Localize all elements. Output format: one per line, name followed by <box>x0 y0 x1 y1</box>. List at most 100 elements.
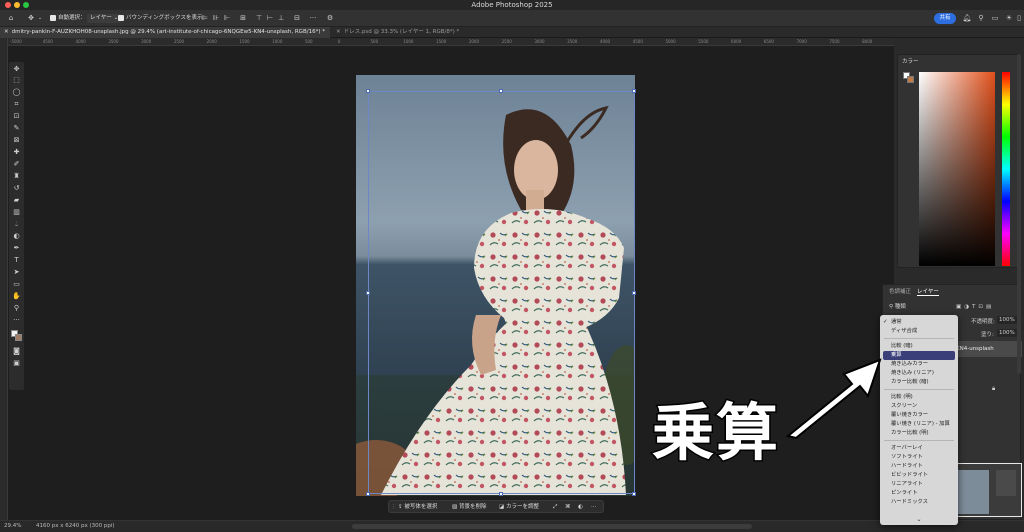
show-bounding-box-checkbox[interactable]: バウンディングボックスを表示 <box>118 14 202 23</box>
adjust-icon[interactable]: ◐ <box>578 501 583 514</box>
blend-mode-item[interactable]: ビビッドライト <box>880 471 958 480</box>
align-left-icon[interactable]: ⊫ <box>200 13 210 23</box>
blend-mode-item[interactable]: 乗算 <box>883 351 955 360</box>
blend-mode-item[interactable]: 焼き込み (リニア) <box>880 369 958 378</box>
align-middle-icon[interactable]: ⊢ <box>265 13 275 23</box>
auto-select-checkbox[interactable]: 自動選択： <box>50 14 86 23</box>
transform-icon[interactable]: ⤢ <box>553 501 557 514</box>
blend-mode-item[interactable]: ハードミックス <box>880 498 958 507</box>
tab-document[interactable]: ✕ ドレス.psd @ 33.3% (レイヤー 1, RGB/8*) * <box>332 27 462 38</box>
quick-mask-icon[interactable]: ◙ <box>11 346 22 356</box>
color-panel-title[interactable]: カラー <box>902 57 919 65</box>
zoom-tool-icon[interactable]: ⚲ <box>11 303 22 313</box>
chevron-down-icon[interactable]: ⌄ <box>35 13 45 23</box>
warp-icon[interactable]: ⌘ <box>565 501 571 514</box>
distribute-v-icon[interactable]: ⊟ <box>292 13 302 23</box>
stamp-tool-icon[interactable]: ♜ <box>11 171 22 181</box>
bell-icon[interactable]: 🔔︎ <box>962 13 972 23</box>
tab-document-active[interactable]: ✕ dmitry-pankin-F-AUZKHOH08-unsplash.jpg … <box>0 27 330 38</box>
move-tool-icon[interactable]: ✥ <box>11 64 22 74</box>
distribute-icon[interactable]: ⊞ <box>238 13 248 23</box>
blend-mode-item[interactable]: 比較 (暗) <box>880 342 958 351</box>
fill-input[interactable]: 100% <box>997 329 1017 337</box>
more-options-icon[interactable]: ··· <box>308 13 318 23</box>
drag-handle-icon[interactable]: ⋮ <box>391 501 397 514</box>
hue-slider[interactable] <box>1002 72 1010 266</box>
blend-mode-item[interactable]: 覆い焼きカラー <box>880 411 958 420</box>
blur-tool-icon[interactable]: 💧︎ <box>11 219 22 229</box>
blend-mode-item[interactable]: 覆い焼き (リニア) - 加算 <box>880 420 958 429</box>
layer-filter-dropdown[interactable]: ⚲ 種類 <box>889 302 906 310</box>
crop-tool-icon[interactable]: ⌗ <box>11 99 22 109</box>
frame-tool-icon[interactable]: ⊠ <box>11 135 22 145</box>
blend-mode-item[interactable]: 焼き込みカラー <box>880 360 958 369</box>
screen-mode-icon[interactable]: ▣ <box>11 358 22 368</box>
transform-handle[interactable] <box>632 89 636 93</box>
color-picker-field[interactable] <box>919 72 995 266</box>
transform-handle[interactable] <box>366 492 370 496</box>
layer-filter-icons[interactable]: ▣◑T⊡▤ <box>956 304 994 310</box>
lasso-tool-icon[interactable]: ◯ <box>11 87 22 97</box>
type-tool-icon[interactable]: T <box>11 255 22 265</box>
dodge-tool-icon[interactable]: ◐ <box>11 231 22 241</box>
blend-mode-item[interactable]: ピンライト <box>880 489 958 498</box>
healing-brush-icon[interactable]: ✚ <box>11 147 22 157</box>
adjust-color-button[interactable]: ◪ カラーを調整 <box>499 501 539 514</box>
align-bottom-icon[interactable]: ⊥ <box>276 13 286 23</box>
zoom-level[interactable]: 29.4% <box>4 523 21 529</box>
vertical-scrollbar[interactable] <box>1017 54 1021 374</box>
chevron-down-icon[interactable]: ⌄ <box>880 516 958 523</box>
artboard-tool-icon[interactable]: ⬚ <box>11 75 22 85</box>
more-tools-icon[interactable]: ··· <box>11 315 22 325</box>
path-select-icon[interactable]: ➤ <box>11 267 22 277</box>
blend-mode-item[interactable]: ディザ合成 <box>880 327 958 336</box>
transform-handle[interactable] <box>499 492 503 496</box>
gradient-tool-icon[interactable]: ▥ <box>11 207 22 217</box>
transform-handle[interactable] <box>499 89 503 93</box>
hand-tool-icon[interactable]: ✋ <box>11 291 22 301</box>
transform-handle[interactable] <box>366 89 370 93</box>
tab-layers[interactable]: レイヤー <box>917 287 939 296</box>
blend-mode-item[interactable]: オーバーレイ <box>880 444 958 453</box>
horizontal-scrollbar[interactable] <box>352 524 752 529</box>
transform-handle[interactable] <box>632 492 636 496</box>
panel-toggle-icon[interactable]: ▯ <box>1014 13 1024 23</box>
blend-mode-item[interactable]: 通常 <box>880 318 958 327</box>
background-color-swatch[interactable] <box>907 76 914 83</box>
brush-tool-icon[interactable]: ✐ <box>11 159 22 169</box>
horizontal-ruler[interactable]: -5000 4500 4000 3500 3000 2500 2000 1500 1000 500… <box>8 38 1024 46</box>
eraser-icon[interactable]: ▰ <box>11 195 22 205</box>
align-center-h-icon[interactable]: ⊪ <box>211 13 221 23</box>
remove-background-button[interactable]: ▨ 背景を削除 <box>452 501 486 514</box>
blend-mode-item[interactable]: カラー比較 (明) <box>880 429 958 438</box>
select-subject-button[interactable]: ⇪ 被写体を選択 <box>398 501 437 514</box>
layer-name[interactable]: KN4-unsplash <box>956 346 994 352</box>
more-options-icon[interactable]: ··· <box>591 501 596 514</box>
close-icon[interactable]: ✕ <box>336 29 341 35</box>
workspace-icon[interactable]: ▭ <box>990 13 1000 23</box>
blend-mode-item[interactable]: ハードライト <box>880 462 958 471</box>
share-button[interactable]: 共有 <box>934 13 956 24</box>
document-info[interactable]: 4160 px x 6240 px (300 ppi) <box>36 523 115 529</box>
shape-tool-icon[interactable]: ▭ <box>11 279 22 289</box>
background-color-swatch[interactable] <box>15 334 22 341</box>
auto-select-dropdown[interactable]: レイヤー ⌄ <box>87 14 122 23</box>
navigator-thumbnail[interactable] <box>947 463 1022 517</box>
opacity-input[interactable]: 100% <box>997 316 1017 324</box>
bounding-box[interactable] <box>368 91 635 494</box>
blend-mode-item[interactable]: カラー比較 (暗) <box>880 378 958 387</box>
blend-mode-item[interactable]: 比較 (明) <box>880 393 958 402</box>
layer-row-selected[interactable]: KN4-unsplash <box>951 341 1022 357</box>
eyedropper-icon[interactable]: ✎ <box>11 123 22 133</box>
pen-tool-icon[interactable]: ✒ <box>11 243 22 253</box>
home-icon[interactable]: ⌂ <box>6 13 16 23</box>
blend-mode-item[interactable]: スクリーン <box>880 402 958 411</box>
blend-mode-item[interactable]: リニアライト <box>880 480 958 489</box>
close-icon[interactable]: ✕ <box>4 29 9 35</box>
object-select-icon[interactable]: ⊡ <box>11 111 22 121</box>
search-icon[interactable]: ⚲ <box>976 13 986 23</box>
lightbulb-icon[interactable]: ☀ <box>1004 13 1014 23</box>
transform-handle[interactable] <box>632 291 636 295</box>
transform-handle[interactable] <box>366 291 370 295</box>
vertical-ruler[interactable] <box>0 38 8 520</box>
